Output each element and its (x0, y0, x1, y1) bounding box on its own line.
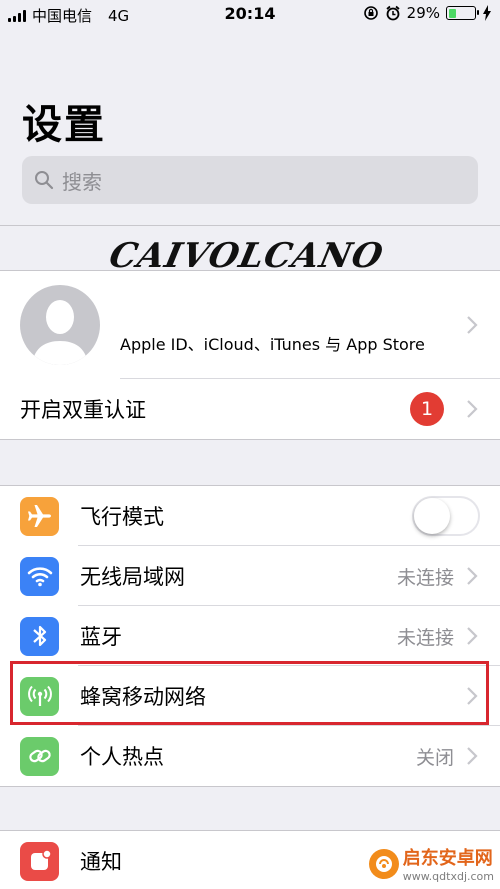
account-group: Apple ID、iCloud、iTunes 与 App Store 开启双重认… (0, 270, 500, 440)
chevron-right-icon (467, 316, 478, 334)
alarm-icon (386, 5, 400, 21)
notifications-label: 通知 (80, 850, 122, 874)
status-bar: 中国电信 4G 20:14 29% (0, 0, 500, 30)
person-silhouette-icon (32, 300, 88, 365)
wifi-status: 未连接 (396, 566, 454, 589)
wifi-label: 无线局域网 (80, 565, 185, 589)
search-icon (35, 171, 54, 190)
page-title: 设置 (22, 102, 106, 148)
brand-name: 启东安卓网 (402, 848, 493, 869)
bluetooth-icon-box (20, 616, 59, 656)
chevron-right-icon (467, 687, 478, 705)
airplane-mode-toggle[interactable] (412, 496, 480, 536)
search-placeholder: 搜索 (62, 169, 102, 194)
site-watermark: 启东安卓网 www.qdtxdj.com (368, 844, 494, 883)
airplane-icon (27, 505, 51, 527)
two-factor-row[interactable]: 开启双重认证 1 (0, 379, 500, 439)
wifi-icon-box (20, 556, 59, 596)
chevron-right-icon (467, 627, 478, 645)
brand-url: www.qdtxdj.com (402, 870, 494, 883)
charging-icon (483, 5, 491, 21)
cellular-label: 蜂窝移动网络 (80, 685, 206, 709)
header-divider (0, 225, 500, 226)
hotspot-row[interactable]: 个人热点 关闭 (0, 726, 500, 786)
rotation-lock-icon (363, 6, 378, 20)
airplane-mode-row[interactable]: 飞行模式 (0, 486, 500, 546)
hotspot-icon (28, 749, 51, 763)
brand-logo-icon (368, 848, 399, 879)
hotspot-status: 关闭 (415, 746, 454, 769)
notification-badge: 1 (410, 392, 444, 426)
hotspot-label: 个人热点 (80, 745, 164, 769)
chevron-right-icon (467, 567, 478, 585)
bluetooth-label: 蓝牙 (80, 625, 122, 649)
apple-id-label: Apple ID、iCloud、iTunes 与 App Store (120, 335, 425, 354)
antenna-icon (27, 685, 52, 706)
hotspot-icon-box (20, 736, 59, 776)
apple-id-row[interactable]: Apple ID、iCloud、iTunes 与 App Store (0, 271, 500, 379)
search-input[interactable]: 搜索 (22, 156, 478, 204)
connectivity-group: 飞行模式 无线局域网 未连接 蓝牙 未连接 蜂窝移动网络 个人热点 关闭 (0, 485, 500, 787)
cellular-row[interactable]: 蜂窝移动网络 (0, 666, 500, 726)
notification-icon-box (20, 841, 59, 881)
chevron-right-icon (467, 747, 478, 765)
two-factor-label: 开启双重认证 (20, 398, 146, 422)
airplane-mode-label: 飞行模式 (80, 505, 164, 529)
battery-icon (446, 6, 479, 20)
airplane-icon-box (20, 496, 59, 536)
notification-icon (30, 849, 52, 870)
cellular-icon-box (20, 676, 59, 716)
battery-percent: 29% (406, 4, 440, 22)
bluetooth-row[interactable]: 蓝牙 未连接 (0, 606, 500, 666)
bluetooth-icon (32, 625, 46, 647)
chevron-right-icon (467, 400, 478, 418)
wifi-icon (27, 567, 52, 587)
watermark-text: CAIVOLCANO (105, 236, 388, 276)
avatar (20, 285, 100, 365)
bluetooth-status: 未连接 (396, 626, 454, 649)
wifi-row[interactable]: 无线局域网 未连接 (0, 546, 500, 606)
